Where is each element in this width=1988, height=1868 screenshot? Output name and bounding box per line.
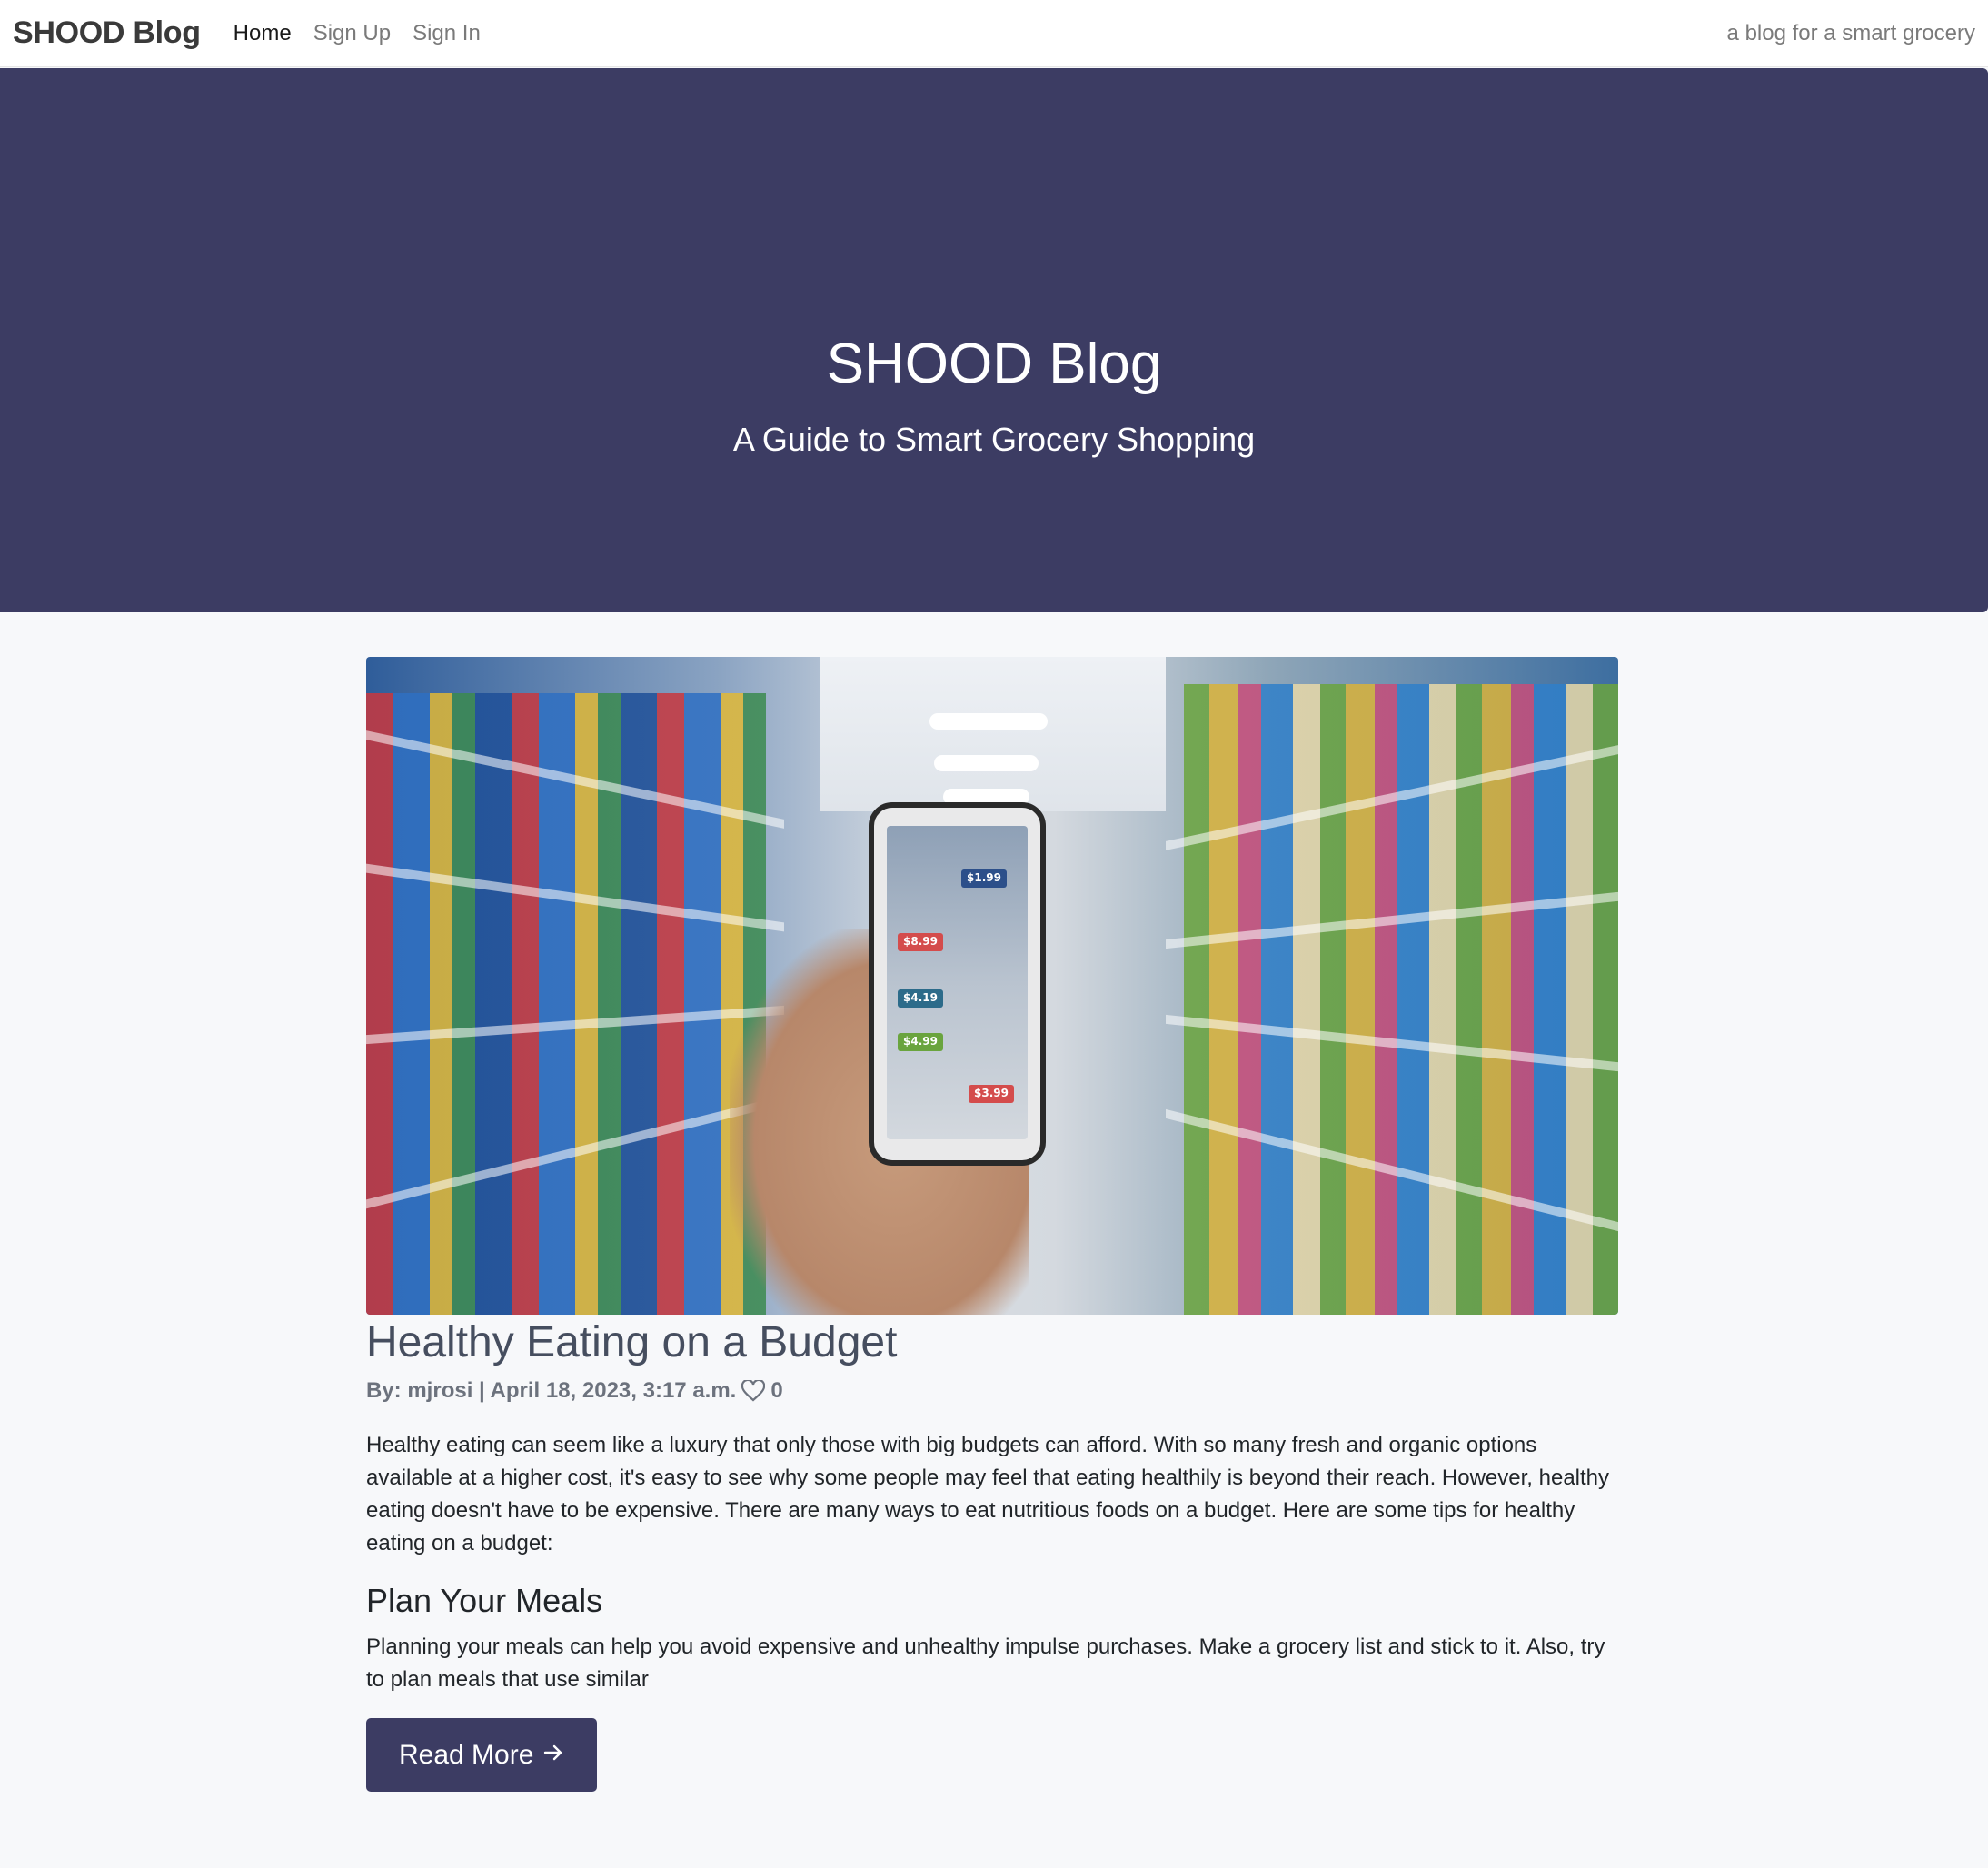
post-title[interactable]: Healthy Eating on a Budget <box>366 1315 1618 1371</box>
post-author-date: By: mjrosi | April 18, 2023, 3:17 a.m. <box>366 1378 737 1403</box>
image-phone-screen: $1.99 $8.99 $4.19 $4.99 $3.99 <box>887 826 1028 1139</box>
read-more-label: Read More <box>399 1739 534 1770</box>
read-more-button[interactable]: Read More <box>366 1718 598 1792</box>
hero-banner: SHOOD Blog A Guide to Smart Grocery Shop… <box>0 68 1988 612</box>
image-price-tag: $4.19 <box>898 989 943 1008</box>
brand-logo[interactable]: SHOOD Blog <box>13 15 201 51</box>
navbar-tagline: a blog for a smart grocery <box>1726 20 1975 45</box>
post-section-heading: Plan Your Meals <box>366 1582 603 1619</box>
image-price-tag: $1.99 <box>961 869 1007 888</box>
nav-link-home[interactable]: Home <box>234 21 292 46</box>
image-right-shelves <box>1184 684 1618 1315</box>
top-navbar: SHOOD Blog Home Sign Up Sign In a blog f… <box>0 0 1988 67</box>
blog-post: $1.99 $8.99 $4.19 $4.99 $3.99 Healthy Ea… <box>366 657 1618 1792</box>
hero-subtitle: A Guide to Smart Grocery Shopping <box>732 421 1256 458</box>
nav-link-sign-in[interactable]: Sign In <box>413 21 481 46</box>
image-left-shelves <box>366 693 766 1315</box>
post-image-grocery-aisle-phone: $1.99 $8.99 $4.19 $4.99 $3.99 <box>366 657 1618 1315</box>
post-meta: By: mjrosi | April 18, 2023, 3:17 a.m. 0 <box>366 1378 1618 1404</box>
image-price-tag: $4.99 <box>898 1033 943 1051</box>
image-price-tag: $3.99 <box>969 1085 1014 1103</box>
post-intro: Healthy eating can seem like a luxury th… <box>366 1433 1610 1555</box>
nav-link-sign-up[interactable]: Sign Up <box>313 21 391 46</box>
image-price-tag: $8.99 <box>898 933 943 951</box>
arrow-right-icon <box>542 1740 564 1771</box>
image-lamp <box>934 755 1039 771</box>
image-lamp <box>929 713 1048 730</box>
like-count: 0 <box>770 1378 783 1403</box>
hero-title: SHOOD Blog <box>826 333 1162 395</box>
heart-icon[interactable] <box>741 1378 766 1402</box>
post-section-text: Planning your meals can help you avoid e… <box>366 1634 1605 1692</box>
image-smartphone: $1.99 $8.99 $4.19 $4.99 $3.99 <box>869 802 1046 1166</box>
